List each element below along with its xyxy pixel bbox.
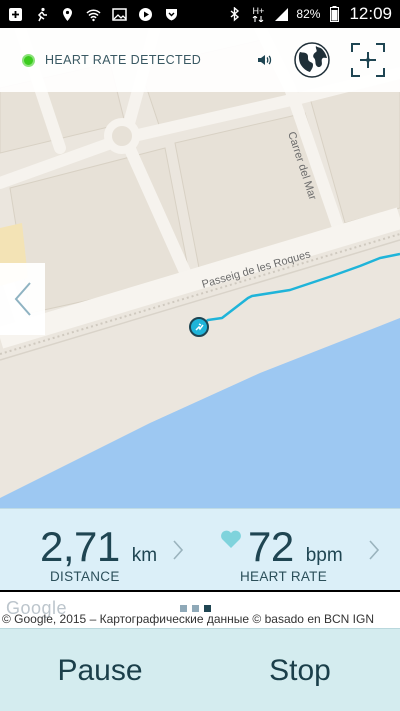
speaker-icon[interactable] — [256, 51, 274, 69]
chevron-right-icon — [369, 540, 380, 560]
clock: 12:09 — [349, 4, 392, 23]
heart-rate-label: HEART RATE — [240, 569, 328, 584]
signal-icon — [274, 7, 289, 22]
battery-percent: 82% — [296, 7, 321, 21]
page-dot-active — [204, 605, 211, 612]
play-icon — [138, 7, 153, 22]
page-dot — [192, 605, 199, 612]
route-map[interactable]: Carrer del Mar Passeig de les Roques — [0, 28, 400, 508]
page-dot — [180, 605, 187, 612]
globe-icon[interactable] — [294, 42, 330, 78]
wifi-icon — [86, 7, 101, 22]
heart-rate-value: 72 — [248, 523, 294, 570]
heart-rate-indicator — [22, 53, 35, 67]
image-icon — [112, 7, 127, 22]
mobile-data-icon: H+ — [249, 5, 267, 22]
runner-icon — [34, 7, 49, 22]
heart-rate-unit: bpm — [305, 545, 343, 566]
location-pin-icon — [60, 7, 75, 22]
chevron-right-icon — [173, 540, 184, 560]
heart-icon — [221, 530, 241, 548]
attribution-text: © Google, 2015 – Картографические данные… — [2, 612, 374, 626]
pause-button[interactable]: Pause — [0, 629, 200, 711]
stats-panel: 2,71 km DISTANCE 72 bpm HEART RATE — [0, 508, 400, 590]
shield-icon — [164, 7, 179, 22]
map-attribution-row: Google © Google, 2015 – Картографические… — [0, 592, 400, 628]
chevron-left-icon — [14, 282, 31, 316]
distance-unit: km — [131, 545, 158, 566]
system-status: H+ 82% 12:09 — [227, 4, 392, 24]
locate-icon[interactable] — [350, 42, 386, 78]
status-bar: H+ 82% 12:09 — [0, 0, 400, 28]
distance-label: DISTANCE — [50, 569, 120, 584]
runner-marker — [189, 317, 209, 337]
stop-button[interactable]: Stop — [200, 629, 400, 711]
battery-icon — [327, 6, 342, 22]
action-bar: Pause Stop — [0, 628, 400, 711]
heart-rate-stat[interactable]: 72 bpm HEART RATE — [200, 509, 400, 591]
map-canvas[interactable]: Carrer del Mar Passeig de les Roques — [0, 28, 400, 508]
distance-stat[interactable]: 2,71 km DISTANCE — [0, 509, 200, 591]
heart-rate-status: HEART RATE DETECTED — [45, 53, 202, 67]
network-type: H+ — [252, 5, 265, 16]
bluetooth-icon — [227, 6, 242, 22]
back-tab[interactable] — [0, 263, 45, 335]
notification-icons — [8, 7, 179, 22]
page-indicator — [180, 605, 211, 612]
top-bar: HEART RATE DETECTED — [0, 28, 400, 92]
plus-icon — [8, 7, 23, 22]
distance-value: 2,71 — [40, 523, 120, 570]
